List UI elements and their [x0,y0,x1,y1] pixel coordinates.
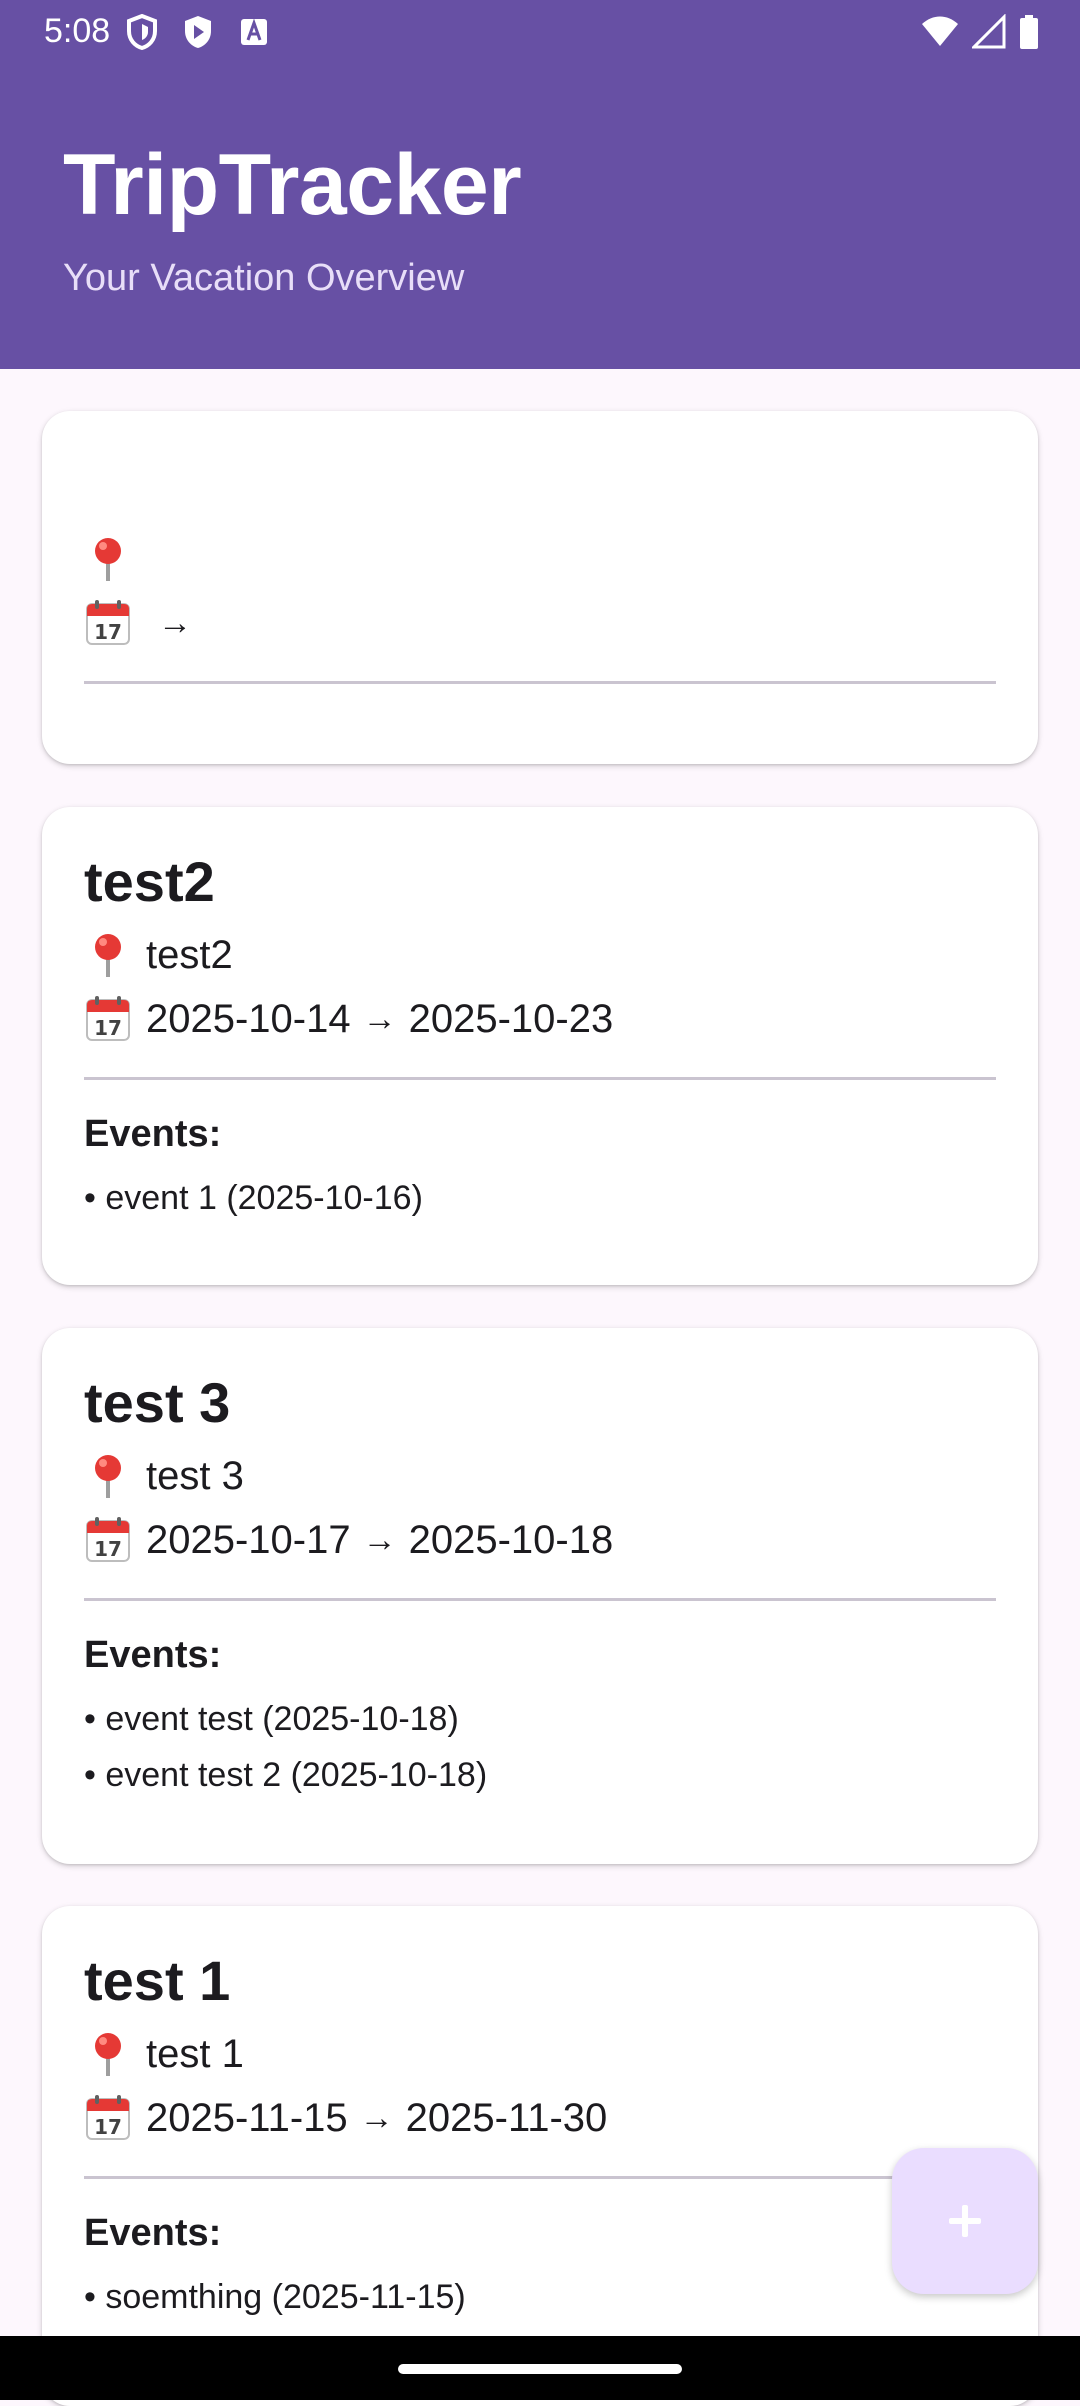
trip-location-row: test 1 [84,2022,996,2086]
card-divider [84,1077,996,1080]
card-divider [84,2176,996,2179]
event-list: • soemthing (2025-11-15) [84,2269,996,2325]
date-arrow: → [362,1521,397,1559]
events-label: Events: [84,1113,222,1155]
trip-title: test2 [84,850,215,913]
trip-location: test 3 [146,1454,244,1498]
location-pin-icon [95,2033,121,2076]
calendar-icon: 17 [86,600,130,645]
status-time: 5:08 [44,12,111,50]
trip-card[interactable]: test2 test2 17 2025-10-14 → 2025-10-23 E… [42,807,1038,1285]
trip-dates-row: 17 → [84,591,996,655]
app-title: TripTracker [63,137,522,233]
trip-card[interactable]: test 1 test 1 17 2025-11-15 → 2025-11-30… [42,1906,1038,2406]
trip-dates-row: 17 2025-10-17 → 2025-10-18 [84,1508,996,1572]
date-arrow: → [359,2099,394,2137]
date-arrow: → [158,604,192,642]
trip-start-date: 2025-10-14 [146,997,351,1041]
status-bar: 5:08 [0,0,1080,62]
navigation-bar [0,2336,1080,2400]
trip-card[interactable]: 17 → [42,411,1038,764]
trip-title: test 1 [84,1949,231,2012]
event-item: • soemthing (2025-11-15) [84,2278,466,2316]
event-item: • event 1 (2025-10-16) [84,1179,423,1217]
trip-end-date: 2025-10-18 [408,1518,614,1562]
svg-text:17: 17 [94,2115,122,2139]
location-pin-icon [95,538,121,581]
events-label: Events: [84,2212,222,2254]
events-label: Events: [84,1634,222,1676]
app-header: 5:08 TripTracker Your Vacation Overview [0,0,1080,369]
event-list: • event test (2025-10-18) • event test 2… [84,1691,996,1803]
event-item: • event test 2 (2025-10-18) [84,1756,488,1794]
card-divider [84,1598,996,1601]
signal-icon [972,14,1006,49]
svg-text:17: 17 [94,620,122,644]
event-list: • event 1 (2025-10-16) [84,1170,996,1226]
event-item: • event test (2025-10-18) [84,1700,459,1738]
location-pin-icon [95,1455,121,1498]
svg-text:17: 17 [94,1537,122,1561]
trip-location-row: test2 [84,923,996,987]
date-arrow: → [362,1000,397,1038]
app-subtitle: Your Vacation Overview [63,257,465,299]
trip-card[interactable]: test 3 test 3 17 2025-10-17 → 2025-10-18… [42,1328,1038,1864]
trip-start-date: 2025-10-17 [146,1518,351,1562]
shield-icon [127,14,157,50]
home-gesture-handle[interactable] [398,2364,682,2374]
add-trip-button[interactable] [892,2148,1038,2294]
trip-dates-row: 17 2025-10-14 → 2025-10-23 [84,987,996,1051]
location-pin-icon [95,934,121,977]
text-a-icon [241,18,267,45]
play-protect-icon [185,16,211,48]
calendar-icon: 17 [86,1517,130,1562]
svg-text:17: 17 [94,1016,122,1040]
trip-location-row [84,527,996,591]
trip-dates-row: 17 2025-11-15 → 2025-11-30 [84,2086,996,2150]
battery-icon [1020,15,1038,49]
calendar-icon: 17 [86,996,130,1041]
wifi-icon [922,16,958,46]
trip-end-date: 2025-10-23 [408,997,614,1041]
trip-title [84,451,996,521]
card-divider [84,681,996,684]
trip-start-date: 2025-11-15 [146,2096,348,2140]
plus-icon [949,2205,981,2237]
trip-end-date: 2025-11-30 [405,2096,608,2140]
trip-location-row: test 3 [84,1444,996,1508]
trip-location: test 1 [146,2032,244,2076]
calendar-icon: 17 [86,2095,130,2140]
trip-title: test 3 [84,1371,231,1434]
trip-location: test2 [146,933,233,977]
